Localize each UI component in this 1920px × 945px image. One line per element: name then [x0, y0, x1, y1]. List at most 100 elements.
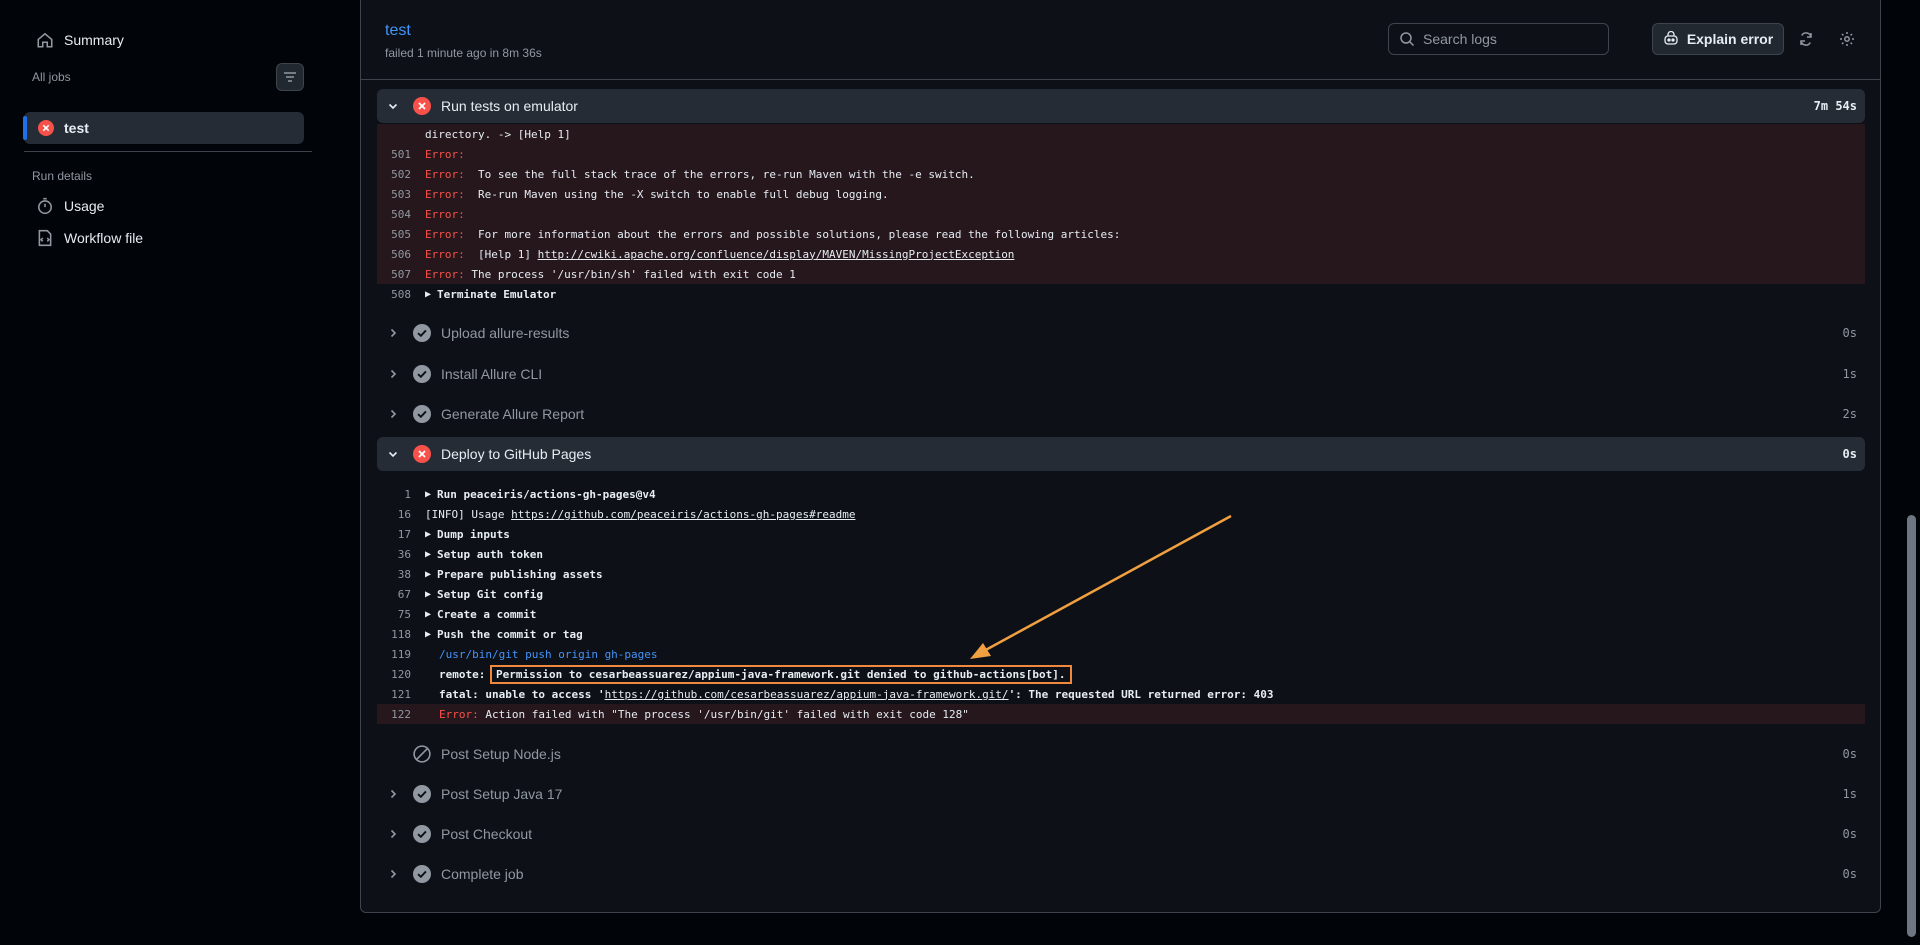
- chevron-down-icon: [385, 98, 401, 114]
- log-group-line[interactable]: 17 ▶ Dump inputs: [377, 524, 1865, 544]
- log-text: To see the full stack trace of the error…: [464, 167, 975, 181]
- log-text: [INFO] Usage: [425, 507, 512, 521]
- log-group-title: Setup auth token: [437, 547, 543, 561]
- line-number[interactable]: 506: [377, 248, 425, 261]
- check-circle-icon: [413, 825, 431, 843]
- log-prefix: remote:: [439, 667, 492, 681]
- log-line: 120 remote: Permission to cesarbeassuarez…: [377, 664, 1865, 684]
- log-group-line[interactable]: 118 ▶ Push the commit or tag: [377, 624, 1865, 644]
- log-group-line[interactable]: 38 ▶ Prepare publishing assets: [377, 564, 1865, 584]
- search-logs-input[interactable]: [1423, 31, 1593, 47]
- step-complete-job[interactable]: Complete job 0s: [377, 857, 1865, 891]
- job-header: test failed 1 minute ago in 8m 36s Expla…: [361, 0, 1880, 80]
- log-group-line[interactable]: 67 ▶ Setup Git config: [377, 584, 1865, 604]
- settings-button[interactable]: [1835, 27, 1859, 51]
- log-group-line[interactable]: 75 ▶ Create a commit: [377, 604, 1865, 624]
- sidebar-item-usage[interactable]: Usage: [36, 197, 104, 215]
- line-number[interactable]: 67: [377, 588, 425, 601]
- log-group-line[interactable]: 36 ▶ Setup auth token: [377, 544, 1865, 564]
- step-run-tests-on-emulator[interactable]: Run tests on emulator 7m 54s: [377, 89, 1865, 123]
- step-duration: 0s: [1842, 827, 1857, 841]
- step-duration: 0s: [1842, 447, 1857, 461]
- log-group-title: Setup Git config: [437, 587, 543, 601]
- line-number[interactable]: 17: [377, 528, 425, 541]
- error-tag: Error:: [425, 227, 465, 241]
- step-deploy-to-github-pages[interactable]: Deploy to GitHub Pages 0s: [377, 437, 1865, 471]
- line-number[interactable]: 502: [377, 168, 425, 181]
- run-details-heading: Run details: [32, 169, 93, 183]
- step-name: Run tests on emulator: [441, 98, 578, 114]
- line-number[interactable]: 120: [377, 668, 425, 681]
- sidebar: Summary All jobs test Run details Usage …: [0, 0, 340, 945]
- line-number[interactable]: 118: [377, 628, 425, 641]
- triangle-right-icon: ▶: [425, 588, 432, 600]
- line-number[interactable]: 16: [377, 508, 425, 521]
- refresh-button[interactable]: [1794, 27, 1818, 51]
- workflow-file-icon: [38, 229, 52, 247]
- line-number[interactable]: 508: [377, 288, 425, 301]
- explain-error-button[interactable]: Explain error: [1652, 23, 1784, 55]
- line-number[interactable]: 501: [377, 148, 425, 161]
- filter-button[interactable]: [276, 63, 304, 91]
- line-number[interactable]: 1: [377, 488, 425, 501]
- sidebar-job-test[interactable]: test: [23, 112, 304, 144]
- log-line: 119/usr/bin/git push origin gh-pages: [377, 644, 1865, 664]
- step-upload-allure-results[interactable]: Upload allure-results 0s: [377, 316, 1865, 350]
- step-duration: 1s: [1842, 787, 1857, 801]
- line-number[interactable]: 121: [377, 688, 425, 701]
- chevron-down-icon: [385, 446, 401, 462]
- log-group-title: Prepare publishing assets: [437, 567, 603, 581]
- chevron-right-icon: [385, 325, 401, 341]
- error-tag: Error:: [425, 247, 465, 261]
- step-generate-allure-report[interactable]: Generate Allure Report 2s: [377, 397, 1865, 431]
- line-number[interactable]: 504: [377, 208, 425, 221]
- line-number[interactable]: 38: [377, 568, 425, 581]
- step-post-setup-java-17[interactable]: Post Setup Java 17 1s: [377, 777, 1865, 811]
- step-post-checkout[interactable]: Post Checkout 0s: [377, 817, 1865, 851]
- step-name: Post Setup Java 17: [441, 786, 563, 802]
- error-tag: Error:: [425, 187, 465, 201]
- page-scrollbar-thumb[interactable]: [1907, 515, 1916, 937]
- x-circle-icon: [38, 120, 54, 136]
- log-text: Action failed with "The process '/usr/bi…: [478, 707, 969, 721]
- job-status-text: failed 1 minute ago in 8m 36s: [385, 46, 542, 60]
- line-number[interactable]: 119: [377, 648, 425, 661]
- step-duration: 2s: [1842, 407, 1857, 421]
- job-title[interactable]: test: [385, 22, 411, 40]
- triangle-right-icon: ▶: [425, 628, 432, 640]
- log-line: 121 fatal: unable to access ' https://gith…: [377, 684, 1865, 704]
- step-name: Complete job: [441, 866, 524, 882]
- line-number[interactable]: 122: [377, 708, 425, 721]
- copilot-icon: [1664, 31, 1678, 45]
- step-install-allure-cli[interactable]: Install Allure CLI 1s: [377, 357, 1865, 391]
- triangle-right-icon: ▶: [425, 548, 432, 560]
- skip-icon: [413, 745, 431, 763]
- home-icon: [37, 32, 53, 48]
- step-name: Post Checkout: [441, 826, 533, 842]
- line-number[interactable]: 507: [377, 268, 425, 281]
- actions-gh-pages-readme-link[interactable]: https://github.com/peaceiris/actions-gh-…: [511, 508, 855, 521]
- repository-link[interactable]: https://github.com/cesarbeassuarez/appiu…: [605, 688, 1009, 701]
- log-group-line[interactable]: 1 ▶ Run peaceiris/actions-gh-pages@v4: [377, 484, 1865, 504]
- step-duration: 0s: [1842, 867, 1857, 881]
- step-post-setup-nodejs[interactable]: Post Setup Node.js 0s: [377, 737, 1865, 771]
- sidebar-job-label: test: [64, 120, 89, 136]
- log-group-title: Dump inputs: [437, 527, 510, 541]
- line-number[interactable]: 503: [377, 188, 425, 201]
- step-duration: 7m 54s: [1813, 99, 1857, 113]
- log-group-line[interactable]: 508 ▶ Terminate Emulator: [377, 284, 1865, 304]
- sidebar-item-summary[interactable]: Summary: [36, 31, 124, 49]
- chevron-right-icon: [385, 866, 401, 882]
- check-circle-icon: [413, 405, 431, 423]
- line-number[interactable]: 36: [377, 548, 425, 561]
- line-number[interactable]: 505: [377, 228, 425, 241]
- log-line: 504 Error:: [377, 204, 1865, 224]
- sidebar-item-workflow-file[interactable]: Workflow file: [36, 229, 143, 247]
- log-line: 502 Error: To see the full stack trace of…: [377, 164, 1865, 184]
- maven-help-link[interactable]: http://cwiki.apache.org/confluence/displ…: [538, 248, 1015, 261]
- line-number[interactable]: 75: [377, 608, 425, 621]
- log-text: [Help 1]: [464, 247, 538, 261]
- search-logs-field[interactable]: [1388, 23, 1609, 55]
- log-line: 506 Error: [Help 1] http://cwiki.apache.o…: [377, 244, 1865, 264]
- triangle-right-icon: ▶: [425, 528, 432, 540]
